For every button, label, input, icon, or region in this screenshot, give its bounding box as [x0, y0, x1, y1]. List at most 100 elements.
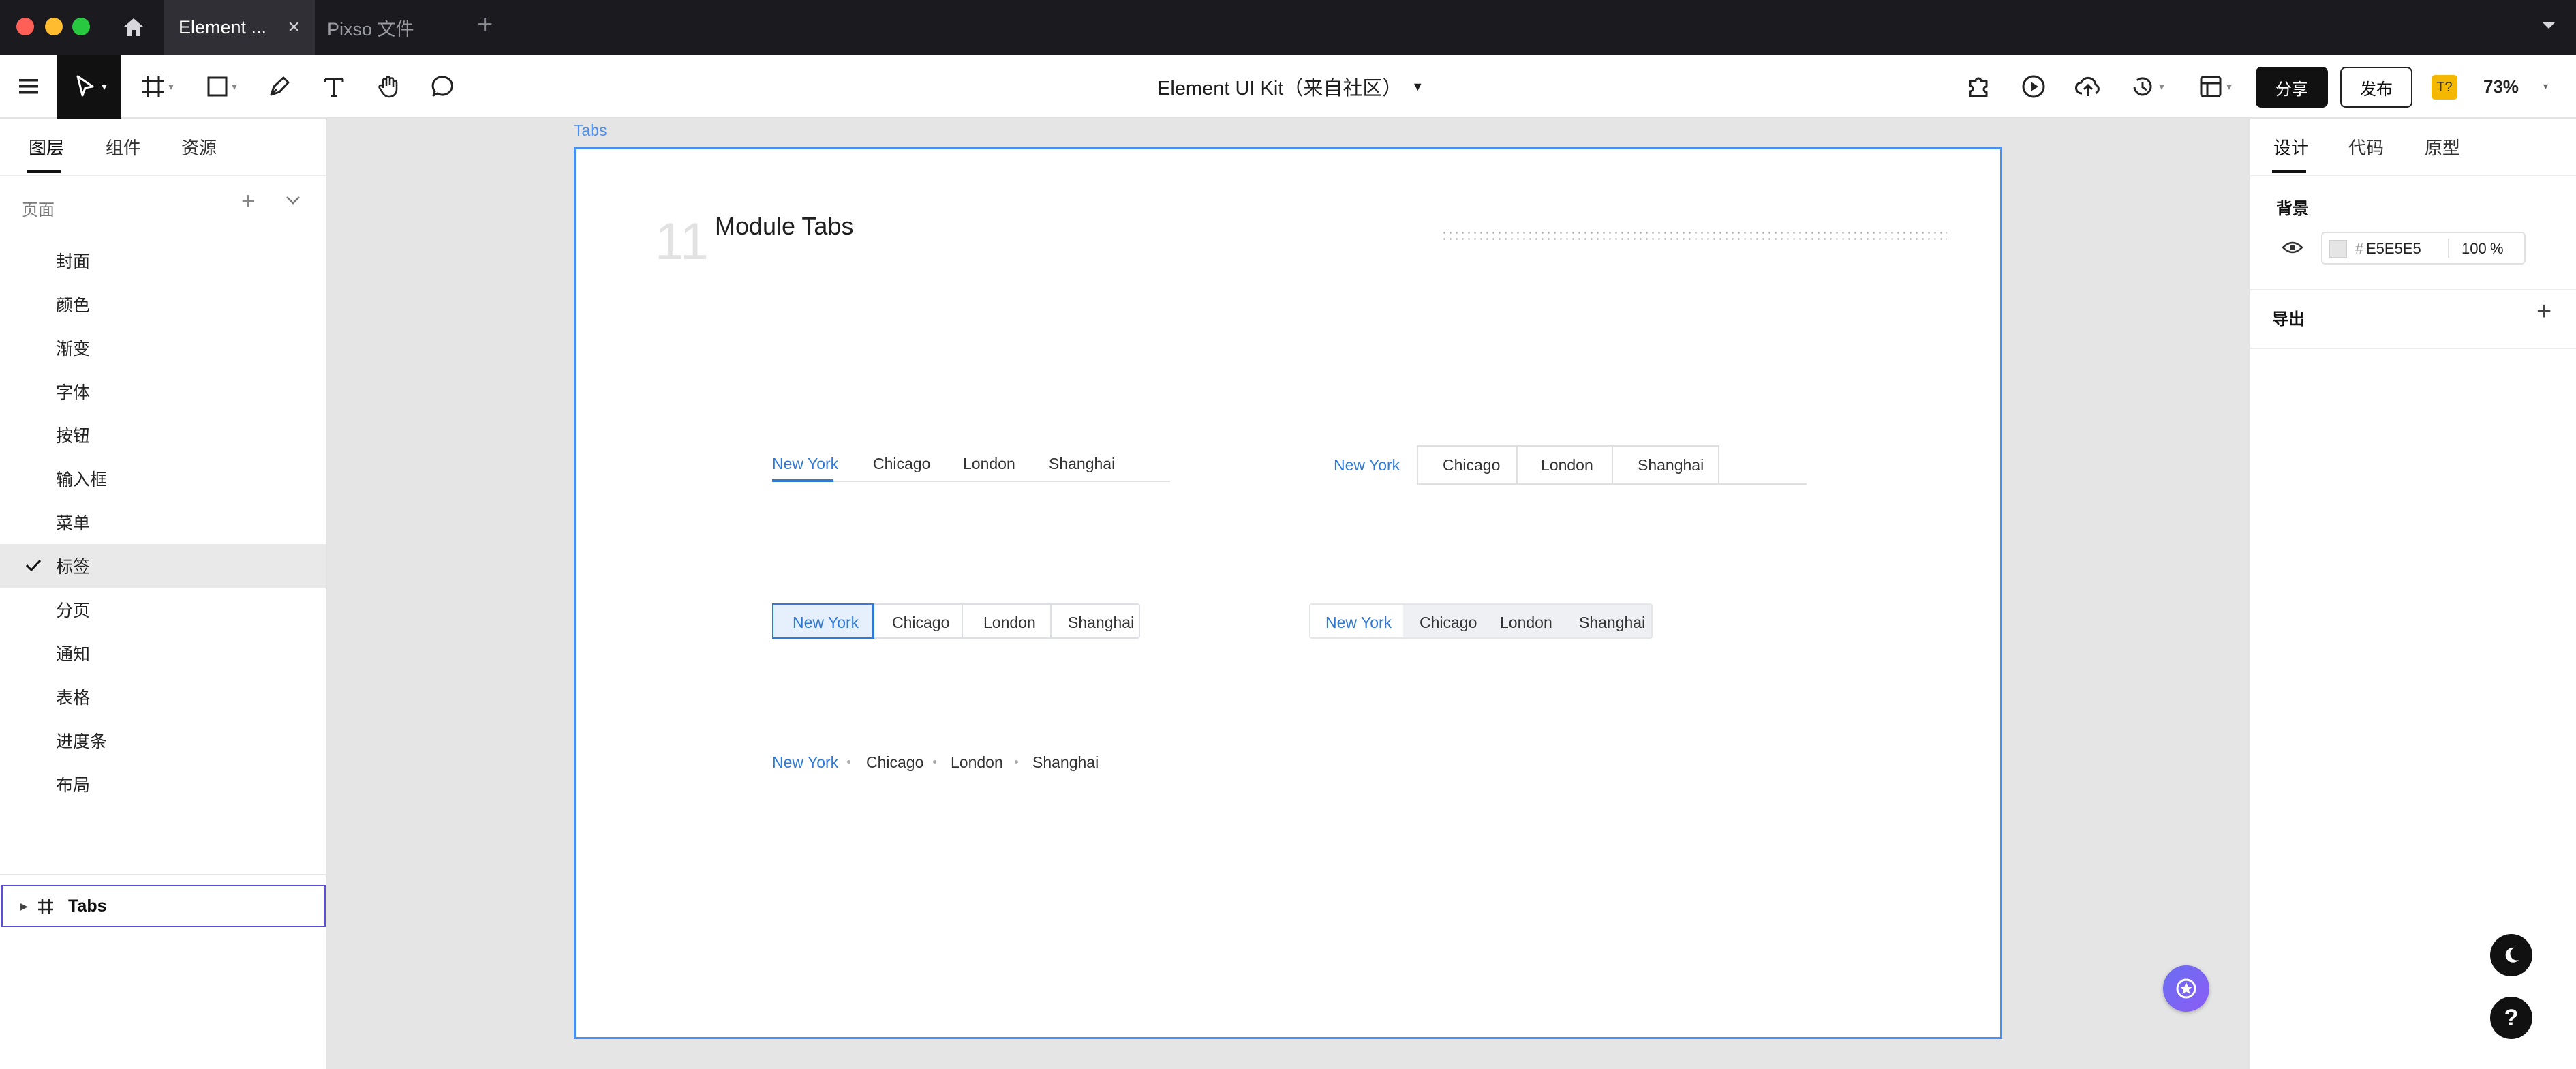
tab-new-york[interactable]: New York [772, 753, 838, 772]
add-tab-icon[interactable]: + [477, 10, 493, 40]
hex-value[interactable]: E5E5E5 [2366, 240, 2421, 258]
tab-shanghai[interactable]: Shanghai [1613, 445, 1719, 483]
tab-layers[interactable]: 图层 [29, 119, 64, 175]
zoom-chevron-icon[interactable]: ▾ [2543, 80, 2548, 92]
zoom-level[interactable]: 73% [2483, 55, 2519, 119]
add-page-icon[interactable]: + [241, 188, 255, 215]
pen-icon [270, 76, 290, 96]
layer-row-tabs[interactable]: ▶ Tabs [1, 885, 326, 927]
tab-london[interactable]: London [951, 753, 1003, 772]
toolbar: ▾ ▾ ▾ Element UI Kit（来自社区） ▼ ▾ ▾ 分享 发布 T… [0, 55, 2576, 119]
comment-tool-button[interactable] [423, 55, 463, 119]
page-label: 表格 [56, 689, 91, 708]
tab-london[interactable]: London [1500, 614, 1552, 632]
tab-shanghai[interactable]: Shanghai [1032, 753, 1099, 772]
page-item-colors[interactable]: 颜色 [0, 282, 326, 326]
present-button[interactable] [2013, 55, 2054, 119]
page-item-layout[interactable]: 布局 [0, 762, 326, 806]
minimize-window-button[interactable] [45, 18, 63, 35]
window-menu-chevron-icon[interactable] [2541, 19, 2557, 35]
tab-chicago[interactable]: Chicago [873, 455, 930, 473]
tab-design[interactable]: 设计 [2273, 119, 2309, 175]
tab-shanghai[interactable]: Shanghai [1049, 455, 1115, 473]
page-label: 字体 [56, 383, 91, 402]
eye-icon[interactable] [2282, 240, 2303, 255]
tab-london[interactable]: London [963, 605, 1052, 637]
frame-tool-button[interactable]: ▾ [134, 55, 181, 119]
publish-button[interactable]: 发布 [2340, 67, 2412, 108]
tab-components[interactable]: 组件 [106, 119, 141, 175]
cursor-icon [76, 75, 94, 97]
tab-new-york[interactable]: New York [772, 455, 838, 473]
tab-new-york[interactable]: New York [1310, 605, 1403, 637]
page-item-cover[interactable]: 封面 [0, 239, 326, 282]
tab-shanghai[interactable]: Shanghai [1579, 614, 1645, 632]
move-tool-button[interactable]: ▾ [57, 55, 121, 119]
missing-font-badge[interactable]: T? [2432, 75, 2457, 100]
color-swatch[interactable] [2329, 240, 2347, 258]
page-item-inputs[interactable]: 输入框 [0, 457, 326, 500]
divider [2448, 239, 2449, 258]
tab-london[interactable]: London [1518, 445, 1613, 483]
plugins-button[interactable] [1959, 55, 1999, 119]
tab-assets[interactable]: 资源 [181, 119, 217, 175]
frame-name-label[interactable]: Tabs [574, 121, 607, 140]
add-export-icon[interactable]: + [2536, 297, 2551, 327]
theme-toggle-button[interactable] [2490, 934, 2532, 976]
tab-code[interactable]: 代码 [2348, 119, 2384, 175]
hex-hash: # [2355, 240, 2364, 257]
tab-chicago[interactable]: Chicago [866, 753, 923, 772]
page-item-tables[interactable]: 表格 [0, 675, 326, 719]
page-label: 进度条 [56, 732, 108, 751]
tab-shanghai[interactable]: Shanghai [1052, 605, 1139, 637]
page-item-notifications[interactable]: 通知 [0, 631, 326, 675]
document-title-text: Element UI Kit（来自社区） [1157, 78, 1402, 100]
layout-button[interactable]: ▾ [2190, 55, 2239, 119]
text-tool-button[interactable] [313, 55, 354, 119]
assistant-button[interactable] [2163, 965, 2209, 1012]
share-button[interactable]: 分享 [2256, 67, 2328, 108]
main-menu-icon[interactable] [0, 55, 57, 119]
layer-label: Tabs [68, 896, 107, 916]
tab-element[interactable]: Element ... × [164, 0, 315, 55]
collapse-pages-chevron-icon[interactable] [285, 195, 301, 209]
tab-london[interactable]: London [963, 455, 1015, 473]
background-color-field[interactable]: # E5E5E5 100 % [2321, 232, 2526, 265]
page-label: 通知 [56, 645, 91, 664]
expand-triangle-icon[interactable]: ▶ [20, 901, 28, 912]
pen-tool-button[interactable] [259, 55, 300, 119]
upload-button[interactable] [2068, 55, 2109, 119]
close-window-button[interactable] [16, 18, 34, 35]
page-item-menus[interactable]: 菜单 [0, 500, 326, 544]
document-title[interactable]: Element UI Kit（来自社区） ▼ [1157, 55, 1424, 119]
close-tab-icon[interactable]: × [288, 16, 300, 39]
hand-icon [378, 76, 398, 98]
tab-new-york[interactable]: New York [772, 603, 874, 639]
page-item-typography[interactable]: 字体 [0, 370, 326, 413]
page-item-tabs[interactable]: 标签 [0, 544, 326, 588]
opacity-unit: % [2490, 240, 2504, 257]
tabs-frame[interactable]: 11 Module Tabs New York Chicago London S… [574, 147, 2002, 1039]
tab-label: Chicago [892, 614, 950, 631]
page-item-buttons[interactable]: 按钮 [0, 413, 326, 457]
page-item-progress[interactable]: 进度条 [0, 719, 326, 762]
tab-chicago[interactable]: Chicago [1420, 614, 1477, 632]
page-item-pagination[interactable]: 分页 [0, 588, 326, 631]
tab-chicago[interactable]: Chicago [1418, 445, 1518, 483]
shape-tool-button[interactable]: ▾ [198, 55, 245, 119]
help-icon[interactable]: ? [2490, 997, 2532, 1039]
hand-tool-button[interactable] [368, 55, 409, 119]
tab-label: New York [1325, 614, 1392, 631]
opacity-value[interactable]: 100 [2462, 240, 2487, 258]
home-icon[interactable] [120, 14, 147, 41]
separator-dot [847, 760, 850, 764]
tab-prototype[interactable]: 原型 [2425, 119, 2460, 175]
tab-label: Shanghai [1638, 456, 1704, 474]
tab-new-york[interactable]: New York [1309, 445, 1418, 485]
decorative-dot-pattern [1441, 230, 1947, 242]
tab-chicago[interactable]: Chicago [873, 605, 963, 637]
page-item-gradients[interactable]: 渐变 [0, 326, 326, 370]
maximize-window-button[interactable] [72, 18, 90, 35]
tab-pixso-file[interactable]: Pixso 文件 [320, 0, 463, 55]
history-button[interactable]: ▾ [2122, 55, 2171, 119]
